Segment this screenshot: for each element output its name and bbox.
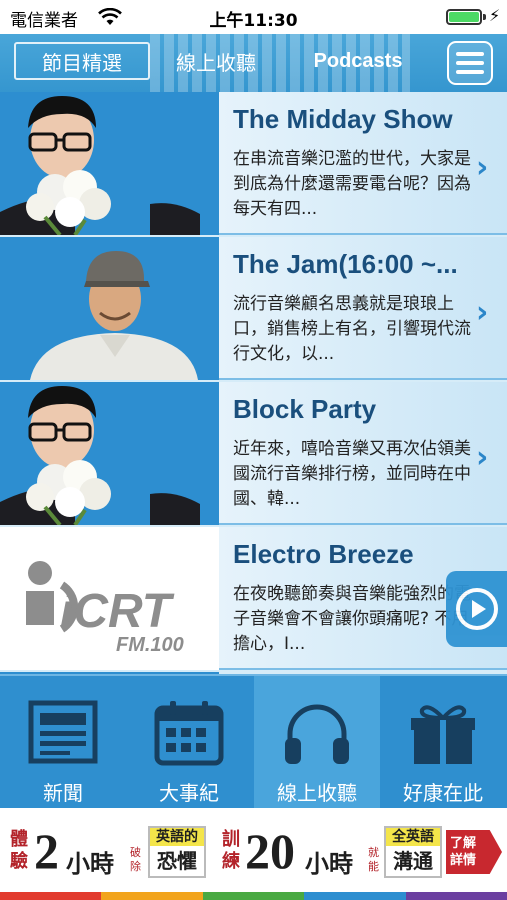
ad-badge-top: 全英語 xyxy=(386,828,440,846)
program-list: The Midday Show 在串流音樂氾濫的世代，大家是到底為什麼還需要電台… xyxy=(0,92,507,674)
program-thumbnail xyxy=(0,92,219,235)
program-thumbnail: iCRT FM.100 xyxy=(0,527,219,670)
learn-more-button[interactable]: 了解 詳情 xyxy=(446,830,502,874)
battery-tip xyxy=(483,14,486,20)
host-photo-icon xyxy=(0,96,200,235)
program-row[interactable]: Block Party 近年來，嘻哈音樂又再次佔領美國流行音樂排行榜，並同時在中… xyxy=(0,382,507,525)
program-info: The Jam(16:00 ~... 流行音樂顧名思義就是琅琅上口，銷售榜上有名… xyxy=(219,237,507,380)
calendar-icon xyxy=(154,701,224,766)
ad-banner[interactable]: 體 驗 2 小時 破 除 英語的 恐懼 訓 練 20 小時 就 能 全英語 溝通… xyxy=(0,808,507,900)
program-description: 流行音樂顧名思義就是琅琅上口，銷售榜上有名，引響現代流行文化，以... xyxy=(233,294,471,364)
ad-text: 驗 xyxy=(10,851,28,872)
stripe xyxy=(0,892,102,900)
ad-unit: 小時 xyxy=(305,850,353,878)
clock: 上午11:30 xyxy=(209,11,298,31)
ad-text: 練 xyxy=(222,851,240,872)
tab-label: 新聞 xyxy=(43,781,83,805)
ad-text: 就 xyxy=(368,846,379,859)
program-row[interactable]: The Midday Show 在串流音樂氾濫的世代，大家是到底為什麼還需要電台… xyxy=(0,92,507,235)
logo-subtext: FM.100 xyxy=(116,634,184,656)
ad-text: 訓 xyxy=(222,829,240,850)
tab-deals[interactable]: 好康在此 xyxy=(380,676,506,810)
play-circle-icon xyxy=(455,588,498,630)
ad-badge: 英語的 恐懼 xyxy=(148,826,206,878)
ad-badge-main: 溝通 xyxy=(393,849,433,873)
color-stripes xyxy=(0,892,507,900)
hamburger-icon[interactable] xyxy=(447,41,493,85)
ad-text: 除 xyxy=(130,860,141,873)
ad-text: 能 xyxy=(368,860,379,873)
cta-text: 詳情 xyxy=(450,853,477,868)
program-row[interactable]: The Jam(16:00 ~... 流行音樂顧名思義就是琅琅上口，銷售榜上有名… xyxy=(0,237,507,380)
program-description: 在夜晚聽節奏與音樂能強烈的電子音樂會不會讓你頭痛呢? 不用擔心，I... xyxy=(233,584,471,654)
program-info: The Midday Show 在串流音樂氾濫的世代，大家是到底為什麼還需要電台… xyxy=(219,92,507,235)
ad-badge-main: 恐懼 xyxy=(157,849,197,873)
program-title: Block Party xyxy=(233,394,377,424)
ad-number: 20 xyxy=(245,823,295,879)
tab-label: 線上收聽 xyxy=(277,781,357,805)
stripe xyxy=(304,892,406,900)
program-title: Electro Breeze xyxy=(233,539,414,569)
chevron-right-icon: › xyxy=(476,150,489,185)
charging-icon: ⚡ xyxy=(489,6,501,25)
program-title: The Jam(16:00 ~... xyxy=(233,249,458,279)
battery-icon xyxy=(446,9,482,25)
tab-label: 大事紀 xyxy=(159,781,219,805)
tab-live-listening[interactable]: 線上收聽 xyxy=(254,676,380,810)
top-nav: 節目精選 線上收聽 Podcasts xyxy=(0,34,507,92)
ad-unit: 小時 xyxy=(66,850,114,878)
tab-live[interactable]: 線上收聽 xyxy=(166,42,266,80)
tab-podcasts[interactable]: Podcasts xyxy=(298,42,418,80)
stripe xyxy=(101,892,203,900)
ad-badge-top: 英語的 xyxy=(150,828,204,846)
ad-text: 體 xyxy=(10,829,28,850)
newspaper-icon xyxy=(28,700,98,764)
ad-badge: 全英語 溝通 xyxy=(384,826,442,878)
chevron-right-icon: › xyxy=(476,440,489,475)
stripe xyxy=(202,892,305,900)
program-info: Block Party 近年來，嘻哈音樂又再次佔領美國流行音樂排行榜，並同時在中… xyxy=(219,382,507,525)
player-toggle-button[interactable] xyxy=(446,571,507,647)
program-row[interactable]: iCRT FM.100 Electro Breeze 在夜晚聽節奏與音樂能強烈的… xyxy=(0,527,507,670)
status-bar: 電信業者 上午11:30 ⚡ xyxy=(0,0,507,34)
stripe xyxy=(405,892,507,900)
bottom-tab-bar: 新聞 大事紀 線上收聽 好康在此 xyxy=(0,674,507,810)
program-description: 近年來，嘻哈音樂又再次佔領美國流行音樂排行榜，並同時在中國、韓... xyxy=(233,439,471,509)
ad-number: 2 xyxy=(34,823,59,879)
icrt-logo-icon: iCRT FM.100 xyxy=(26,561,184,656)
tab-label: 好康在此 xyxy=(403,781,483,805)
host-photo-icon xyxy=(30,251,198,380)
chevron-right-icon: › xyxy=(476,295,489,330)
program-title: The Midday Show xyxy=(233,104,453,134)
tab-featured[interactable]: 節目精選 xyxy=(14,42,150,80)
headphones-icon xyxy=(285,704,349,764)
tab-news[interactable]: 新聞 xyxy=(0,676,126,810)
host-photo-icon xyxy=(0,386,200,525)
cta-text: 了解 xyxy=(450,836,477,851)
ad-text: 破 xyxy=(130,846,141,859)
program-thumbnail xyxy=(0,237,219,380)
program-description: 在串流音樂氾濫的世代，大家是到底為什麼還需要電台呢？因為每天有四... xyxy=(233,149,471,219)
tab-timeline[interactable]: 大事紀 xyxy=(126,676,252,810)
gift-icon xyxy=(411,705,475,764)
program-thumbnail xyxy=(0,382,219,525)
logo-text: iCRT xyxy=(60,585,175,638)
